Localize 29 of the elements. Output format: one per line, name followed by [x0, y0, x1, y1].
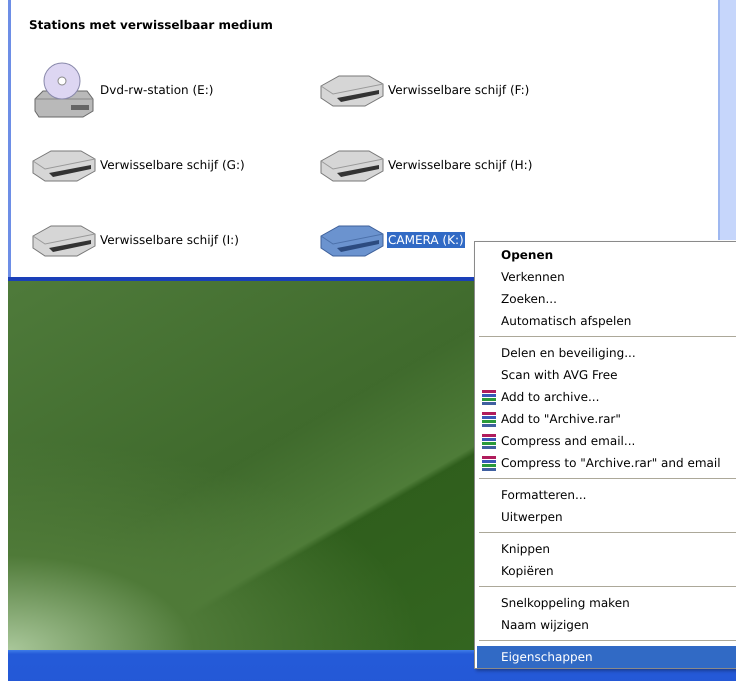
drive-label[interactable]: Verwisselbare schijf (I:)	[99, 232, 240, 248]
menu-item[interactable]: Openen	[477, 244, 736, 266]
section-title: Stations met verwisselbaar medium	[28, 18, 274, 34]
books-stack-icon	[481, 412, 497, 426]
books-stack-icon	[481, 434, 497, 448]
menu-item[interactable]: Compress to "Archive.rar" and email	[477, 452, 736, 474]
books-stack-icon	[481, 456, 497, 470]
menu-item[interactable]: Kopiëren	[477, 560, 736, 582]
menu-item[interactable]: Eigenschappen	[477, 646, 736, 668]
menu-item[interactable]: Formatteren...	[477, 484, 736, 506]
menu-item[interactable]: Snelkoppeling maken	[477, 592, 736, 614]
menu-item[interactable]: Automatisch afspelen	[477, 310, 736, 332]
drive-label[interactable]: Verwisselbare schijf (G:)	[99, 156, 246, 172]
menu-item[interactable]: Knippen	[477, 538, 736, 560]
menu-item[interactable]: Uitwerpen	[477, 506, 736, 528]
menu-item[interactable]: Add to "Archive.rar"	[477, 408, 736, 430]
scrollbar[interactable]	[718, 0, 736, 240]
menu-item[interactable]: Delen en beveiliging...	[477, 342, 736, 364]
books-stack-icon	[481, 390, 497, 404]
menu-item[interactable]: Zoeken...	[477, 288, 736, 310]
menu-item[interactable]: Scan with AVG Free	[477, 364, 736, 386]
drive-label[interactable]: Dvd-rw-station (E:)	[99, 82, 214, 98]
drive-label[interactable]: Verwisselbare schijf (F:)	[387, 82, 530, 98]
drive-label[interactable]: Verwisselbare schijf (H:)	[387, 156, 534, 172]
menu-item[interactable]: Naam wijzigen	[477, 614, 736, 636]
menu-item[interactable]: Compress and email...	[477, 430, 736, 452]
menu-item[interactable]: Add to archive...	[477, 386, 736, 408]
drive-label[interactable]: CAMERA (K:)	[387, 232, 465, 248]
menu-item[interactable]: Verkennen	[477, 266, 736, 288]
